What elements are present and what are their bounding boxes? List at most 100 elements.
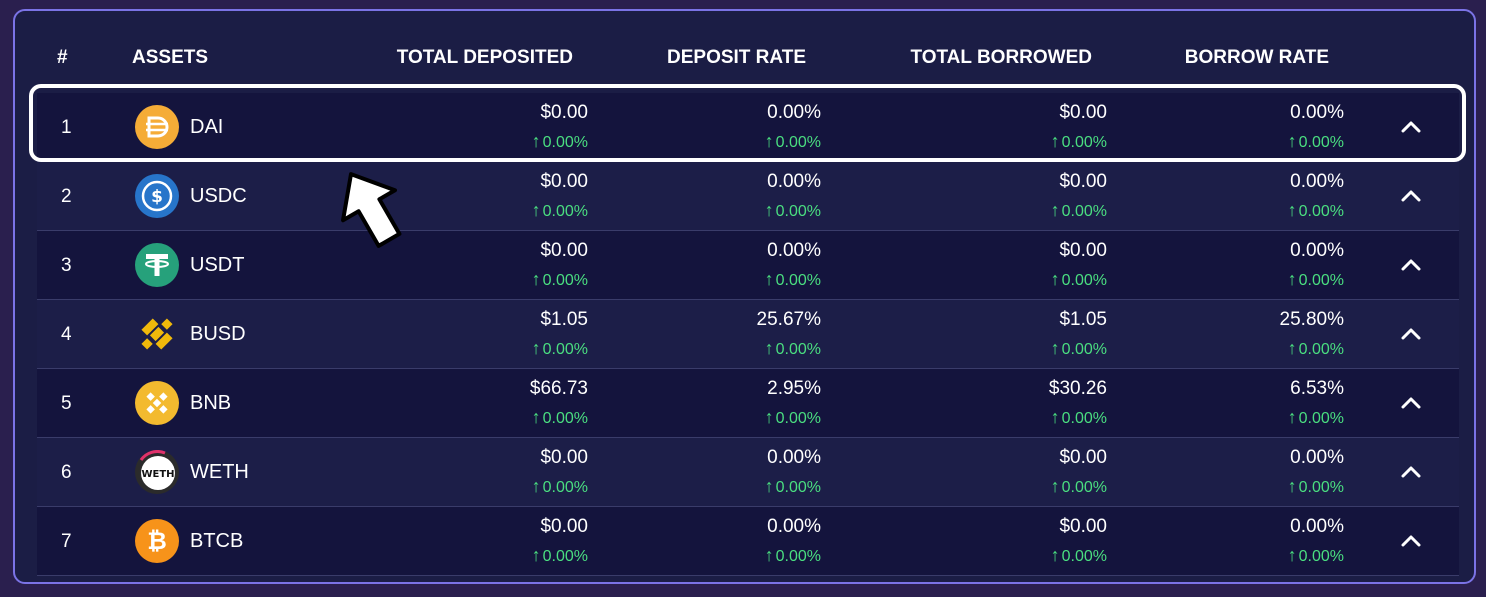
total-borrowed-value: $0.00 [1059,516,1107,537]
usdc-icon: $ [135,174,179,218]
dai-icon [135,105,179,149]
up-arrow-icon: ↑ [1287,269,1297,289]
deposit-rate-change: ↑ 0.00% [765,407,821,428]
deposit-rate-change: ↑ 0.00% [765,200,821,221]
change-value: 0.00% [1298,272,1344,289]
change-value: 0.00% [542,410,588,427]
up-arrow-icon: ↑ [531,200,541,220]
change-value: 0.00% [1061,203,1107,220]
change-value: 0.00% [1298,341,1344,358]
row-number: 1 [61,117,72,138]
row-number: 6 [61,462,72,483]
total-borrowed-value: $1.05 [1059,309,1107,330]
chevron-up-icon[interactable] [1399,460,1423,484]
total-borrowed-change: ↑ 0.00% [1051,338,1107,359]
total-deposited-change: ↑ 0.00% [532,338,588,359]
table-header: # ASSETS TOTAL DEPOSITED DEPOSIT RATE TO… [15,11,1474,91]
total-borrowed-change: ↑ 0.00% [1051,131,1107,152]
chevron-up-icon[interactable] [1399,391,1423,415]
change-value: 0.00% [542,548,588,565]
change-value: 0.00% [1061,410,1107,427]
total-borrowed-value: $30.26 [1048,378,1107,399]
total-deposited-change: ↑ 0.00% [532,200,588,221]
svg-text:WETH: WETH [141,469,174,480]
up-arrow-icon: ↑ [1287,200,1297,220]
total-borrowed-change: ↑ 0.00% [1051,545,1107,566]
borrow-rate-change: ↑ 0.00% [1288,200,1344,221]
asset-name: WETH [190,461,249,483]
change-value: 0.00% [542,341,588,358]
up-arrow-icon: ↑ [764,407,774,427]
table-row[interactable]: 3 USDT $0.00 ↑ 0.00% 0.00% ↑ 0.00% $0.00 ↑… [37,231,1459,300]
change-value: 0.00% [542,272,588,289]
up-arrow-icon: ↑ [1050,131,1060,151]
change-value: 0.00% [775,134,821,151]
change-value: 0.00% [775,203,821,220]
chevron-up-icon[interactable] [1399,184,1423,208]
row-number: 3 [61,255,72,276]
borrow-rate-value: 25.80% [1279,309,1344,330]
deposit-rate-change: ↑ 0.00% [765,545,821,566]
total-deposited-value: $1.05 [540,309,588,330]
bnb-icon [135,381,179,425]
up-arrow-icon: ↑ [1050,476,1060,496]
total-deposited-change: ↑ 0.00% [532,407,588,428]
total-borrowed-value: $0.00 [1059,240,1107,261]
total-deposited-value: $0.00 [540,240,588,261]
up-arrow-icon: ↑ [1050,338,1060,358]
table-row[interactable]: 4 BUSD $1.05 ↑ 0.00% 25.67% ↑ 0.00% $1.05 … [37,300,1459,369]
asset-name: BUSD [190,323,246,345]
change-value: 0.00% [1061,479,1107,496]
table-row[interactable]: 2 $ USDC $0.00 ↑ 0.00% 0.00% ↑ 0.00% $0.00… [37,162,1459,231]
total-deposited-value: $0.00 [540,516,588,537]
asset-name: DAI [190,116,224,138]
row-number: 4 [61,324,72,345]
table-row[interactable]: 7 ₿ BTCB $0.00 ↑ 0.00% 0.00% ↑ 0.00% $0.00… [37,507,1459,576]
up-arrow-icon: ↑ [1050,545,1060,565]
row-number: 2 [61,186,72,207]
assets-table-panel: # ASSETS TOTAL DEPOSITED DEPOSIT RATE TO… [13,9,1476,584]
busd-icon [135,312,179,356]
btcb-icon: ₿ [135,519,179,563]
asset-name: USDT [190,254,245,276]
header-deposit-rate: DEPOSIT RATE [667,47,806,68]
change-value: 0.00% [775,341,821,358]
change-value: 0.00% [1298,479,1344,496]
up-arrow-icon: ↑ [531,269,541,289]
change-value: 0.00% [775,272,821,289]
change-value: 0.00% [1061,341,1107,358]
deposit-rate-change: ↑ 0.00% [765,338,821,359]
row-number: 5 [61,393,72,414]
borrow-rate-value: 6.53% [1290,378,1344,399]
change-value: 0.00% [542,203,588,220]
up-arrow-icon: ↑ [531,338,541,358]
up-arrow-icon: ↑ [1050,407,1060,427]
table-row[interactable]: 6 WETH WETH $0.00 ↑ 0.00% 0.00% ↑ 0.00% $0… [37,438,1459,507]
header-total-deposited: TOTAL DEPOSITED [396,47,573,68]
chevron-up-icon[interactable] [1399,529,1423,553]
borrow-rate-change: ↑ 0.00% [1288,338,1344,359]
total-borrowed-value: $0.00 [1059,171,1107,192]
chevron-up-icon[interactable] [1399,322,1423,346]
borrow-rate-change: ↑ 0.00% [1288,269,1344,290]
borrow-rate-value: 0.00% [1290,516,1344,537]
deposit-rate-value: 0.00% [767,171,821,192]
total-deposited-change: ↑ 0.00% [532,131,588,152]
deposit-rate-change: ↑ 0.00% [765,131,821,152]
table-row[interactable]: 5 BNB $66.73 ↑ 0.00% 2.95% ↑ 0.00% $30.26 … [37,369,1459,438]
chevron-up-icon[interactable] [1399,253,1423,277]
change-value: 0.00% [1298,410,1344,427]
change-value: 0.00% [1061,134,1107,151]
total-deposited-value: $0.00 [540,171,588,192]
borrow-rate-value: 0.00% [1290,447,1344,468]
borrow-rate-value: 0.00% [1290,102,1344,123]
borrow-rate-value: 0.00% [1290,240,1344,261]
change-value: 0.00% [1061,272,1107,289]
up-arrow-icon: ↑ [531,131,541,151]
total-deposited-change: ↑ 0.00% [532,545,588,566]
change-value: 0.00% [1298,203,1344,220]
up-arrow-icon: ↑ [764,476,774,496]
table-row[interactable]: 1 DAI $0.00 ↑ 0.00% 0.00% ↑ 0.00% $0.00 ↑ 0… [37,93,1459,162]
header-assets: ASSETS [132,47,209,68]
chevron-up-icon[interactable] [1399,115,1423,139]
